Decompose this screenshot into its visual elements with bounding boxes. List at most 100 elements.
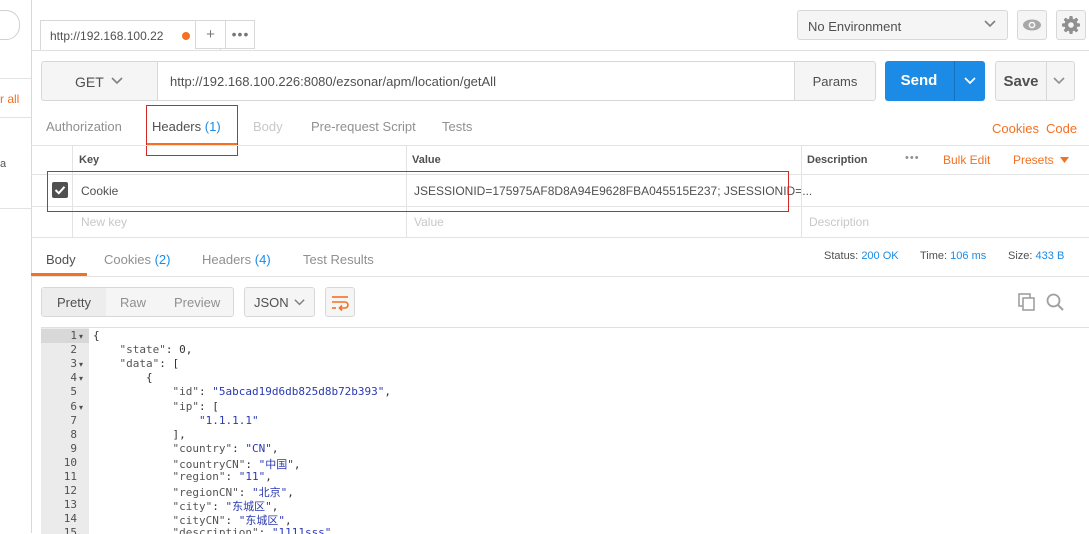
gear-icon [1062, 16, 1080, 34]
url-text: http://192.168.100.226:8080/ezsonar/apm/… [170, 74, 496, 89]
code-line: ], [93, 427, 186, 441]
chevron-down-icon [111, 77, 123, 85]
request-tab-title: http://192.168.100.22 [50, 29, 164, 43]
line-number: 13 [63, 498, 77, 512]
response-tab-test-results[interactable]: Test Results [303, 252, 374, 267]
tab-more-button[interactable]: ••• [226, 21, 255, 49]
method-select[interactable]: GET [41, 61, 157, 101]
size-readout: Size: 433 B [1008, 250, 1064, 262]
tab-body[interactable]: Body [253, 119, 283, 134]
response-tab-cookies-label: Cookies [104, 252, 151, 267]
environment-quick-look-button[interactable] [1017, 10, 1047, 40]
line-number: 7 [70, 413, 77, 427]
fold-arrow-icon[interactable]: ▾ [79, 360, 83, 369]
method-label: GET [75, 74, 104, 90]
send-label: Send [900, 72, 938, 89]
url-input[interactable]: http://192.168.100.226:8080/ezsonar/apm/… [157, 61, 794, 101]
settings-button[interactable] [1056, 10, 1086, 40]
line-number: 3 [70, 357, 77, 371]
line-number: 10 [63, 455, 77, 469]
search-button[interactable] [1045, 292, 1065, 315]
format-label: JSON [254, 295, 289, 310]
response-tab-cookies[interactable]: Cookies (2) [104, 252, 170, 267]
new-value-input[interactable]: Value [414, 215, 444, 229]
params-label: Params [812, 74, 858, 89]
view-preview-button[interactable]: Preview [174, 295, 220, 310]
line-number: 2 [70, 343, 77, 357]
copy-icon [1018, 293, 1035, 311]
line-number: 1 [70, 329, 77, 342]
status-readout: Status: 200 OK [824, 250, 899, 262]
copy-button[interactable] [1017, 292, 1037, 315]
chevron-down-icon[interactable] [1052, 74, 1066, 88]
response-tab-body[interactable]: Body [46, 252, 76, 267]
status-value: 200 OK [861, 250, 899, 262]
fold-arrow-icon[interactable]: ▾ [79, 332, 83, 341]
col-value: Value [412, 154, 441, 166]
time-label: Time: [920, 250, 948, 262]
environment-select[interactable]: No Environment [797, 10, 1008, 40]
code-line: "ip": [ [172, 399, 219, 413]
new-tab-button[interactable]: + [196, 21, 226, 49]
line-number: 8 [70, 427, 77, 441]
bulk-edit-link[interactable]: Bulk Edit [943, 153, 990, 167]
code-line: "region": "11", [172, 470, 272, 483]
presets-dropdown[interactable]: Presets [1013, 153, 1070, 167]
unsaved-dot-icon [182, 32, 190, 40]
chevron-down-icon [294, 299, 305, 306]
divider [0, 208, 31, 209]
format-select[interactable]: JSON [244, 287, 315, 317]
fold-arrow-icon[interactable]: ▾ [79, 374, 83, 383]
code-line: "data": [ [119, 357, 180, 371]
presets-label: Presets [1013, 153, 1054, 167]
fold-arrow-icon[interactable]: ▾ [79, 403, 83, 412]
caret-down-icon [1060, 157, 1070, 163]
new-key-input[interactable]: New key [81, 215, 127, 229]
cookies-link[interactable]: Cookies [992, 121, 1039, 136]
save-button[interactable]: Save [995, 61, 1075, 101]
col-key: Key [79, 154, 100, 166]
wrap-lines-icon [332, 296, 349, 312]
time-readout: Time: 106 ms [920, 250, 986, 262]
tab-actions: + ••• [195, 20, 255, 49]
tab-tests[interactable]: Tests [442, 119, 472, 134]
line-number: 9 [70, 441, 77, 455]
divider [0, 78, 31, 79]
search-icon [1046, 293, 1064, 311]
sidebar-fragment-text: a [0, 158, 7, 170]
code-line: "country": "CN", [172, 441, 279, 455]
environment-selected: No Environment [808, 19, 902, 34]
divider [801, 146, 802, 237]
view-raw-button[interactable]: Raw [120, 295, 146, 310]
tab-authorization[interactable]: Authorization [46, 119, 122, 134]
params-button[interactable]: Params [794, 61, 876, 101]
active-tab-indicator [31, 273, 87, 276]
highlight-box [47, 171, 789, 212]
size-value: 433 B [1035, 250, 1065, 262]
response-tab-headers[interactable]: Headers (4) [202, 252, 271, 267]
view-pretty-button[interactable]: Pretty [57, 295, 91, 310]
wrap-lines-button[interactable] [325, 287, 355, 317]
time-value: 106 ms [950, 250, 987, 262]
tab-prerequest-script[interactable]: Pre-request Script [311, 119, 416, 134]
code-link[interactable]: Code [1046, 121, 1077, 136]
send-button[interactable]: Send [885, 61, 985, 101]
line-number: 6 [70, 399, 77, 413]
code-line: "1.1.1.1" [198, 413, 259, 427]
chevron-down-icon[interactable] [962, 73, 978, 89]
line-number: 14 [63, 512, 77, 526]
code-line: "id": "5abcad19d6db825d8b72b393", [172, 385, 392, 399]
line-number: 4 [70, 371, 77, 385]
size-label: Size: [1008, 250, 1033, 262]
divider [1046, 62, 1047, 100]
divider [0, 117, 31, 118]
response-body-viewer[interactable]: 1 ▾{2 "state": 0, 3 ▾ "data": [4 ▾ {5 "id": … [41, 327, 1089, 534]
sidebar-search-pill[interactable] [0, 10, 20, 40]
sidebar: r all a [0, 0, 32, 533]
new-description-input[interactable]: Description [809, 215, 869, 229]
chevron-down-icon [984, 20, 996, 28]
table-more-button[interactable]: ••• [905, 152, 920, 164]
view-all-link[interactable]: r all [0, 92, 19, 106]
status-label: Status: [824, 250, 859, 262]
request-tab[interactable]: http://192.168.100.22 [40, 20, 221, 50]
